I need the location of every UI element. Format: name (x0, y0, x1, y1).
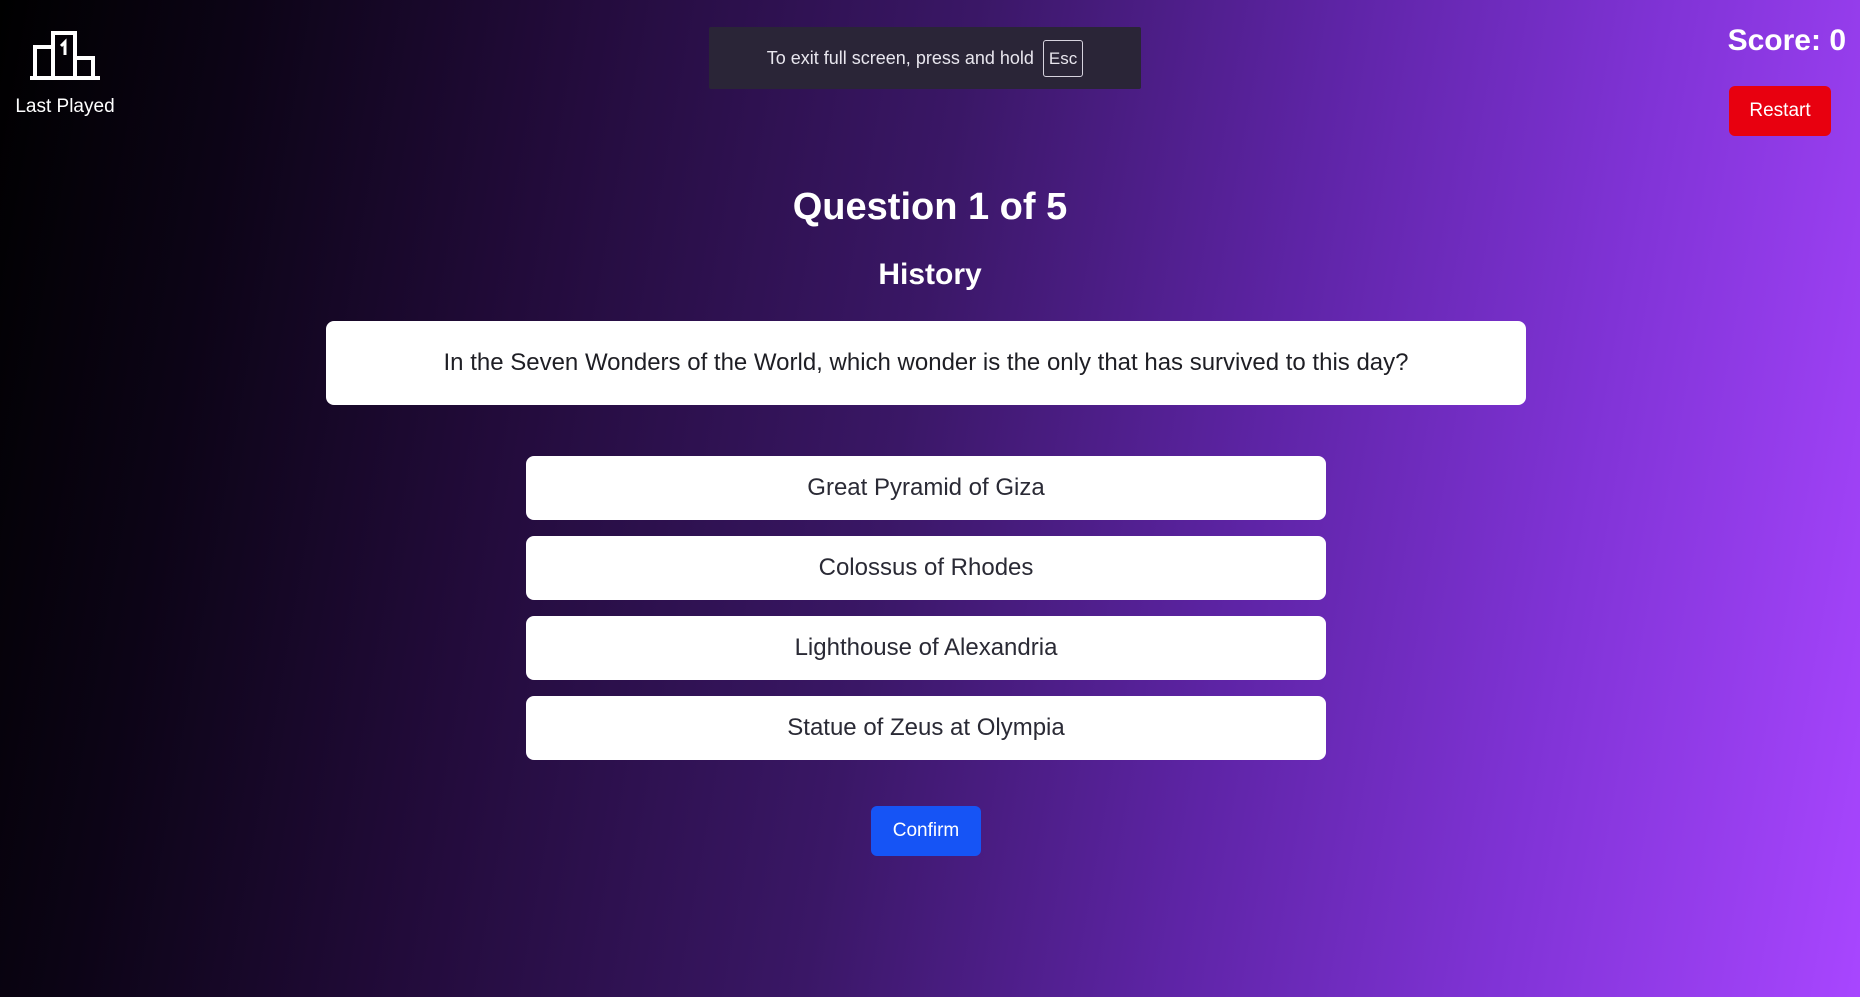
answer-option-label: Great Pyramid of Giza (807, 474, 1045, 501)
esc-key-badge: Esc (1042, 39, 1084, 77)
question-category: History (878, 258, 982, 291)
answer-option-label: Statue of Zeus at Olympia (787, 714, 1065, 741)
last-played-button[interactable]: Last Played (10, 30, 120, 118)
fullscreen-notice-text: To exit full screen, press and hold (766, 47, 1034, 68)
question-text: In the Seven Wonders of the World, which… (443, 349, 1409, 376)
fullscreen-exit-notice: To exit full screen, press and hold Esc (709, 27, 1141, 89)
answer-options-list: Great Pyramid of Giza Colossus of Rhodes… (526, 456, 1326, 776)
answer-option-3[interactable]: Lighthouse of Alexandria (526, 616, 1326, 680)
last-played-label: Last Played (15, 96, 115, 117)
answer-option-1[interactable]: Great Pyramid of Giza (526, 456, 1326, 520)
answer-option-label: Colossus of Rhodes (818, 554, 1034, 581)
restart-button[interactable]: Restart (1729, 86, 1831, 136)
answer-option-2[interactable]: Colossus of Rhodes (526, 536, 1326, 600)
confirm-button[interactable]: Confirm (871, 806, 981, 856)
score-display: Score: 0 (1727, 24, 1846, 57)
answer-option-4[interactable]: Statue of Zeus at Olympia (526, 696, 1326, 760)
podium-icon (30, 31, 100, 80)
answer-option-label: Lighthouse of Alexandria (794, 634, 1058, 661)
question-text-box: In the Seven Wonders of the World, which… (326, 321, 1526, 405)
question-progress-title: Question 1 of 5 (792, 186, 1068, 228)
